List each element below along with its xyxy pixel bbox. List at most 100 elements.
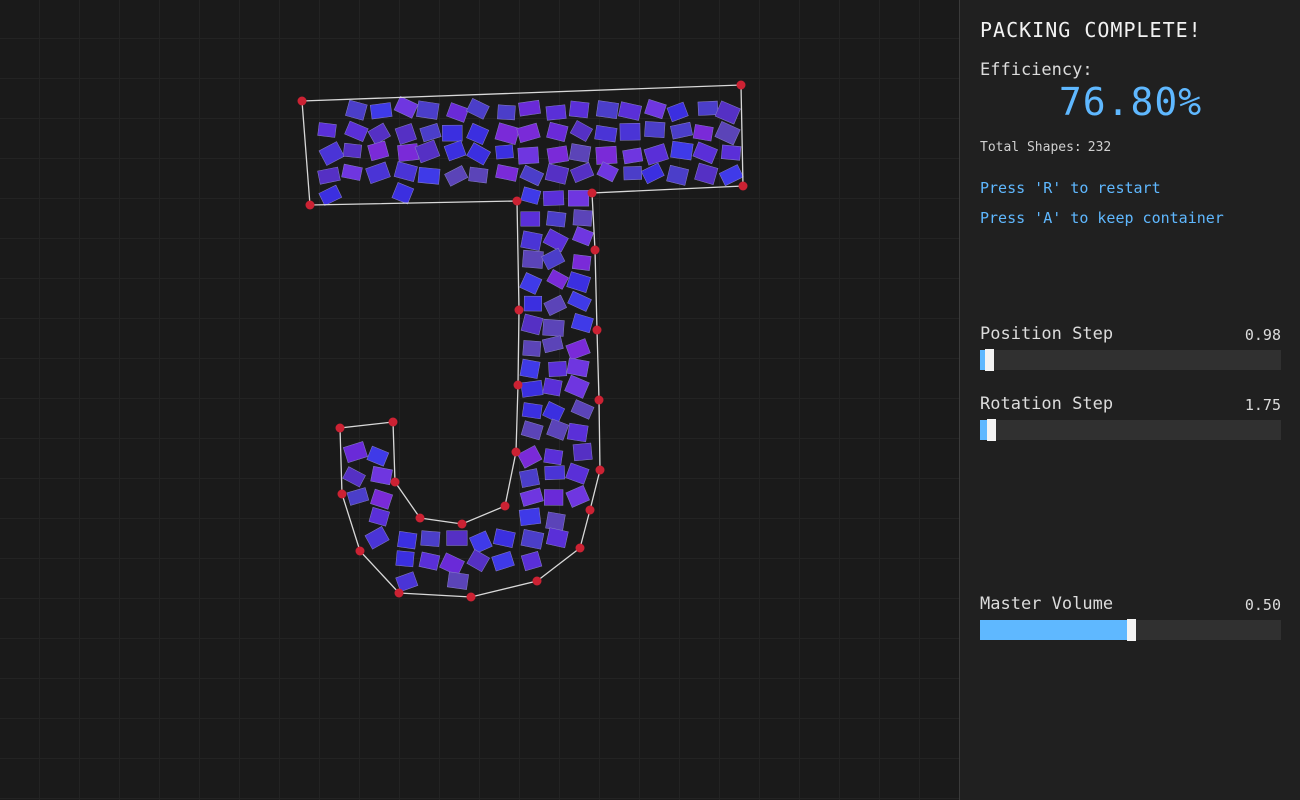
total-shapes-value: 232: [1087, 140, 1112, 155]
container-vertex[interactable]: [736, 80, 746, 90]
container-vertex[interactable]: [592, 325, 602, 335]
position-step-thumb[interactable]: [985, 349, 994, 371]
packed-shape: [344, 120, 369, 143]
packed-shape: [544, 465, 566, 481]
packed-shape: [469, 530, 493, 554]
packed-shape: [692, 124, 714, 142]
packed-shape: [342, 441, 368, 464]
container-vertex[interactable]: [512, 196, 522, 206]
packed-shape: [623, 166, 643, 181]
packed-shape: [395, 550, 415, 568]
packed-shape: [546, 145, 569, 165]
packed-shape: [368, 507, 390, 527]
container-vertex[interactable]: [415, 513, 425, 523]
container-vertex[interactable]: [595, 465, 605, 475]
packed-shape: [519, 272, 543, 295]
packed-shape: [644, 99, 667, 120]
packed-shape: [342, 466, 366, 488]
master-volume-track[interactable]: [980, 619, 1281, 641]
container-vertex[interactable]: [585, 505, 595, 515]
packed-shape: [522, 340, 542, 357]
packed-shape: [370, 465, 393, 486]
container-vertex[interactable]: [457, 519, 467, 529]
rotation-step-value: 1.75: [1244, 396, 1281, 414]
packed-shape: [494, 122, 521, 145]
master-volume-thumb[interactable]: [1127, 619, 1136, 641]
packed-shape: [718, 164, 744, 187]
packed-shape: [692, 141, 718, 165]
packed-shape: [419, 122, 442, 143]
efficiency-label: Efficiency:: [980, 60, 1093, 80]
packed-shape: [366, 445, 390, 467]
container-vertex[interactable]: [513, 380, 523, 390]
restart-hint: Press 'R' to restart: [980, 179, 1161, 197]
packed-shape: [417, 166, 441, 185]
packed-shape: [522, 249, 544, 269]
packed-shape: [569, 120, 593, 142]
packed-shape: [594, 125, 618, 143]
packed-shape: [394, 123, 417, 145]
packed-shape: [542, 318, 565, 337]
packed-shape: [318, 184, 343, 206]
packed-shape: [670, 121, 693, 140]
container-vertex[interactable]: [394, 588, 404, 598]
container-vertex[interactable]: [305, 200, 315, 210]
container-vertex[interactable]: [738, 181, 748, 191]
packed-shape: [566, 271, 592, 293]
packed-shape: [714, 100, 741, 125]
position-step-track[interactable]: [980, 349, 1281, 371]
packed-shape: [564, 374, 590, 399]
packed-shape: [666, 101, 689, 123]
packed-shape: [546, 268, 569, 290]
container-vertex[interactable]: [390, 477, 400, 487]
packed-shape: [544, 163, 570, 185]
container-vertex[interactable]: [575, 543, 585, 553]
container-vertex[interactable]: [590, 245, 600, 255]
keep-container-hint: Press 'A' to keep container: [980, 209, 1224, 227]
rotation-step-label: Rotation Step: [980, 394, 1114, 414]
packed-shape: [465, 97, 490, 120]
packed-shape: [495, 164, 519, 182]
packed-shape: [595, 145, 618, 165]
packed-shape: [566, 422, 589, 443]
packed-shape: [519, 487, 544, 507]
container-vertex[interactable]: [335, 423, 345, 433]
packed-shape: [519, 358, 541, 379]
position-step-value: 0.98: [1244, 326, 1281, 344]
efficiency-value: 76.80%: [1058, 80, 1203, 124]
container-vertex[interactable]: [297, 96, 307, 106]
container-vertex[interactable]: [587, 188, 597, 198]
container-vertex[interactable]: [355, 546, 365, 556]
packed-shape: [466, 142, 491, 166]
container-vertex[interactable]: [514, 305, 524, 315]
packed-shape: [317, 122, 337, 138]
container-vertex[interactable]: [500, 501, 510, 511]
container-vertex[interactable]: [337, 489, 347, 499]
packed-shape: [443, 140, 467, 162]
rotation-step-thumb[interactable]: [987, 419, 996, 441]
container-vertex[interactable]: [594, 395, 604, 405]
packing-canvas[interactable]: [0, 0, 959, 800]
packed-shape: [565, 462, 590, 485]
packed-shape: [444, 165, 469, 187]
container-vertex[interactable]: [511, 447, 521, 457]
packed-shape: [617, 101, 643, 121]
packed-shape: [546, 121, 569, 143]
packed-shape: [342, 142, 363, 159]
packed-shape: [520, 550, 543, 572]
packed-shape: [518, 507, 542, 527]
container-vertex[interactable]: [388, 417, 398, 427]
packed-shape: [520, 420, 544, 441]
container-vertex[interactable]: [466, 592, 476, 602]
packed-shape: [520, 186, 542, 205]
packed-shape: [622, 147, 644, 165]
container-vertex[interactable]: [532, 576, 542, 586]
rotation-step-track[interactable]: [980, 419, 1281, 441]
packed-shape: [570, 399, 595, 420]
packed-shape: [542, 377, 563, 397]
packed-shape: [317, 166, 341, 185]
packed-shape: [565, 484, 590, 508]
packed-shape: [393, 96, 419, 119]
total-shapes-label: Total Shapes:: [980, 140, 1082, 155]
packed-shape: [520, 529, 545, 550]
